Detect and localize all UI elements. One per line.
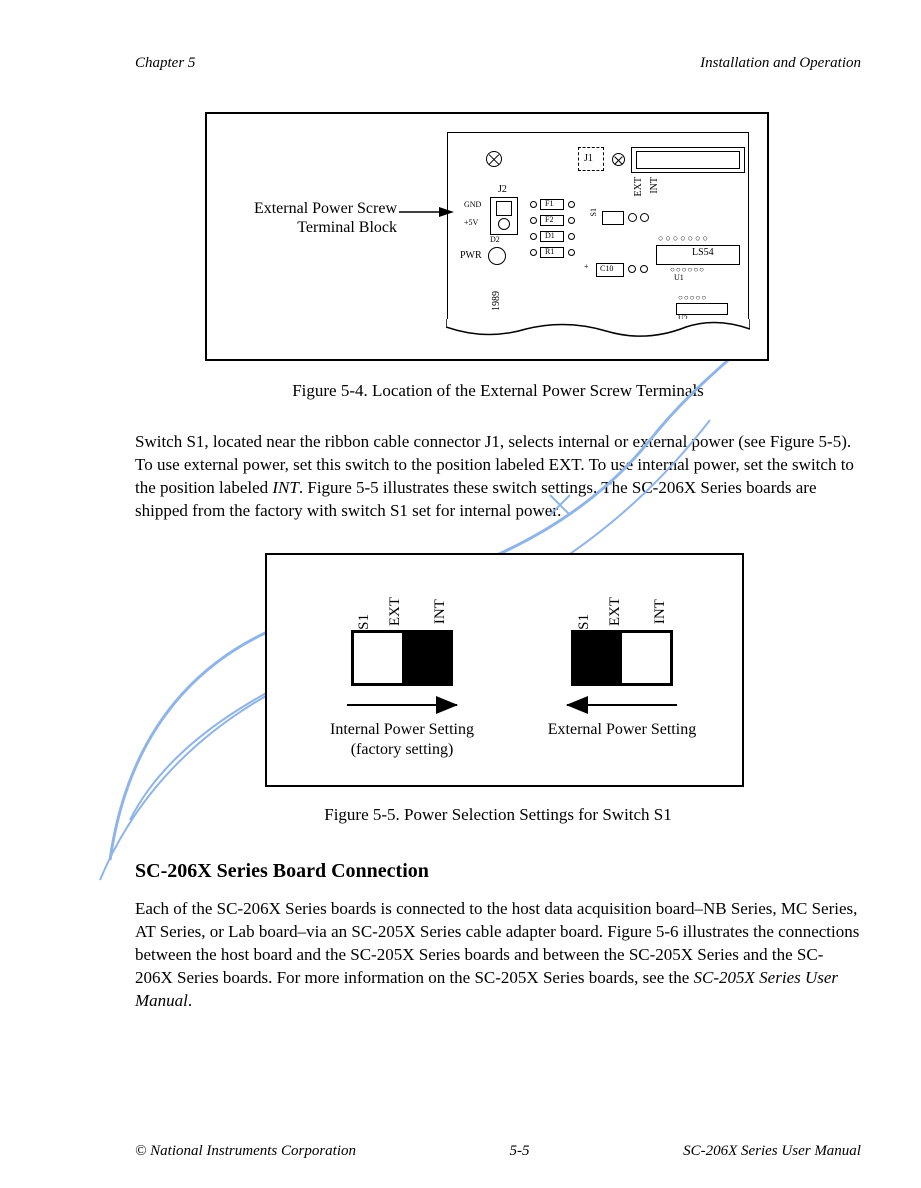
page-header: Chapter 5 Installation and Operation (135, 55, 861, 72)
footer-left: © National Instruments Corporation (135, 1143, 356, 1160)
section-heading: SC-206X Series Board Connection (135, 860, 861, 883)
body-paragraph-2: Each of the SC-206X Series boards is con… (135, 898, 861, 1013)
torn-edge (446, 319, 750, 343)
body-paragraph-1: Switch S1, located near the ribbon cable… (135, 431, 861, 523)
callout-text: External Power Screw Terminal Block (237, 199, 397, 237)
switch-external-icon (571, 630, 673, 686)
figure-5-5-caption: Figure 5-5. Power Selection Settings for… (135, 805, 861, 825)
screw-icon (612, 153, 625, 166)
pcb-outline: J1 EXT INT J2 GND +5V F1 F2 (447, 132, 749, 341)
figure-5-5: S1 EXT INT Internal Power Setting (265, 553, 744, 787)
header-left: Chapter 5 (135, 55, 195, 72)
screw-icon (486, 151, 502, 167)
page-footer: © National Instruments Corporation 5-5 S… (135, 1143, 861, 1160)
connector-j1 (631, 147, 745, 173)
header-right: Installation and Operation (700, 55, 861, 72)
figure-5-4: External Power Screw Terminal Block J1 E… (205, 112, 769, 361)
callout-arrow-icon (399, 206, 454, 218)
footer-right: SC-206X Series User Manual (683, 1143, 861, 1160)
figure-5-4-caption: Figure 5-4. Location of the External Pow… (135, 381, 861, 401)
switch-internal-icon (351, 630, 453, 686)
terminal-block (490, 197, 518, 235)
internal-setting-label: Internal Power Setting (factory setting) (302, 720, 502, 760)
footer-page-number: 5-5 (510, 1143, 530, 1160)
external-setting-label: External Power Setting (522, 720, 722, 740)
